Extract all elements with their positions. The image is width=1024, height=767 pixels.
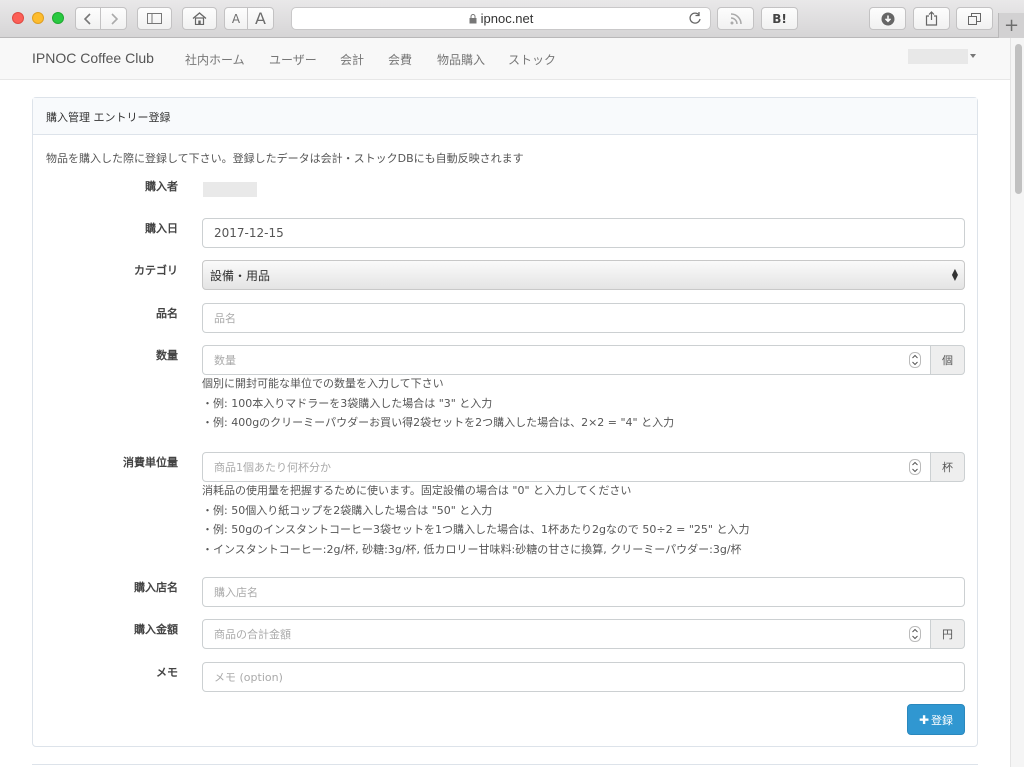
consumption-unit-label: 消費単位量 — [123, 456, 178, 469]
nav-item-users[interactable]: ユーザー — [269, 51, 317, 68]
home-button[interactable] — [182, 7, 217, 30]
user-menu-name[interactable] — [908, 49, 968, 64]
quantity-help-line: ・例: 100本入りマドラーを3袋購入した場合は "3" と入力 — [202, 396, 493, 410]
quantity-input[interactable]: 数量 — [202, 345, 931, 375]
amount-unit-addon: 円 — [930, 619, 965, 649]
consumption-help-line: ・インスタントコーヒー:2g/杯, 砂糖:3g/杯, 低カロリー甘味料:砂糖の甘… — [202, 542, 742, 556]
date-field[interactable]: 2017-12-15 — [202, 218, 965, 248]
category-selected-value: 設備・用品 — [210, 268, 271, 283]
quantity-help-line: 個別に開封可能な単位での数量を入力して下さい — [202, 377, 444, 390]
font-smaller-button[interactable]: A — [224, 7, 248, 30]
purchase-entry-panel: 購入管理 エントリー登録 物品を購入した際に登録して下さい。登録したデータは会計… — [32, 97, 978, 747]
address-bar[interactable]: ipnoc.net — [291, 7, 711, 30]
consumption-unit-addon: 杯 — [930, 452, 965, 482]
consumption-unit-placeholder: 商品1個あたり何杯分か — [214, 461, 331, 474]
nav-item-accounting[interactable]: 会計 — [340, 51, 364, 68]
category-label: カテゴリ — [134, 264, 178, 277]
nav-item-purchases[interactable]: 物品購入 — [437, 51, 485, 68]
item-name-input[interactable]: 品名 — [202, 303, 965, 333]
quantity-label: 数量 — [156, 349, 178, 362]
back-button[interactable] — [75, 7, 101, 30]
panel-heading: 購入管理 エントリー登録 — [33, 98, 977, 135]
amount-input[interactable]: 商品の合計金額 — [202, 619, 931, 649]
tabs-overview-button[interactable] — [956, 7, 993, 30]
purchaser-label: 購入者 — [145, 180, 178, 193]
scrollbar-thumb[interactable] — [1015, 44, 1022, 194]
amount-label: 購入金額 — [134, 623, 178, 636]
caret-down-icon[interactable] — [970, 54, 976, 58]
quantity-help-line: ・例: 400gのクリーミーパウダーお買い得2袋セットを2つ購入した場合は、2×… — [202, 416, 675, 429]
consumption-unit-input[interactable]: 商品1個あたり何杯分か — [202, 452, 931, 482]
url-text: ipnoc.net — [480, 11, 534, 26]
consumption-help-line: 消耗品の使用量を把握するために使います。固定設備の場合は "0" と入力してくだ… — [202, 484, 632, 497]
lock-icon — [469, 13, 477, 23]
quantity-stepper-icon[interactable] — [909, 352, 921, 368]
downloads-button[interactable] — [869, 7, 906, 30]
page-scrollbar[interactable] — [1010, 38, 1024, 767]
share-icon — [925, 11, 938, 26]
nav-item-intranet-home[interactable]: 社内ホーム — [185, 51, 245, 68]
intro-text: 物品を購入した際に登録して下さい。登録したデータは会計・ストックDBにも自動反映… — [46, 152, 524, 165]
close-window-button[interactable] — [12, 12, 24, 24]
share-button[interactable] — [913, 7, 950, 30]
reload-icon[interactable] — [688, 11, 702, 25]
store-label: 購入店名 — [134, 581, 178, 594]
nav-item-stock[interactable]: ストック — [508, 51, 556, 68]
purchaser-value — [203, 182, 257, 197]
new-tab-button[interactable]: + — [998, 13, 1024, 38]
chevron-right-icon — [110, 12, 118, 25]
quantity-help: 個別に開封可能な単位での数量を入力して下さい ・例: 100本入りマドラーを3袋… — [202, 374, 674, 433]
home-icon — [192, 12, 207, 25]
chevron-left-icon — [84, 12, 91, 25]
consumption-help: 消耗品の使用量を把握するために使います。固定設備の場合は "0" と入力してくだ… — [202, 481, 749, 559]
font-larger-button[interactable]: A — [247, 7, 274, 30]
zoom-window-button[interactable] — [52, 12, 64, 24]
sidebar-icon — [147, 13, 162, 24]
minimize-window-button[interactable] — [32, 12, 44, 24]
store-input[interactable]: 購入店名 — [202, 577, 965, 607]
app-navbar: IPNOC Coffee Club 社内ホーム ユーザー 会計 会費 物品購入 … — [0, 38, 1010, 80]
amount-placeholder: 商品の合計金額 — [214, 628, 291, 641]
rss-button[interactable] — [717, 7, 754, 30]
select-arrows-icon: ▲ ▼ — [951, 267, 958, 282]
tabs-icon — [968, 12, 981, 25]
submit-label: 登録 — [931, 713, 954, 727]
item-name-label: 品名 — [156, 307, 178, 320]
forward-button[interactable] — [100, 7, 127, 30]
sidebar-button[interactable] — [137, 7, 172, 30]
download-icon — [881, 12, 894, 25]
memo-label: メモ — [156, 666, 178, 679]
brand-link[interactable]: IPNOC Coffee Club — [32, 50, 154, 66]
memo-input[interactable]: メモ (option) — [202, 662, 965, 692]
consumption-help-line: ・例: 50個入り紙コップを2袋購入した場合は "50" と入力 — [202, 503, 493, 517]
browser-toolbar: A A ipnoc.net B! + — [0, 0, 1024, 38]
consumption-help-line: ・例: 50gのインスタントコーヒー3袋セットを1つ購入した場合は、1杯あたり2… — [202, 523, 750, 536]
quantity-placeholder: 数量 — [214, 354, 236, 367]
consumption-stepper-icon[interactable] — [909, 459, 921, 475]
rss-icon — [730, 12, 742, 24]
category-select[interactable]: 設備・用品 ▲ ▼ — [202, 260, 965, 290]
date-label: 購入日 — [145, 222, 178, 235]
submit-button[interactable]: ✚ 登録 — [907, 704, 965, 735]
amount-stepper-icon[interactable] — [909, 626, 921, 642]
quantity-unit-addon: 個 — [930, 345, 965, 375]
plus-icon: ✚ — [918, 712, 930, 727]
hatena-bookmark-button[interactable]: B! — [761, 7, 798, 30]
nav-item-fees[interactable]: 会費 — [388, 51, 412, 68]
